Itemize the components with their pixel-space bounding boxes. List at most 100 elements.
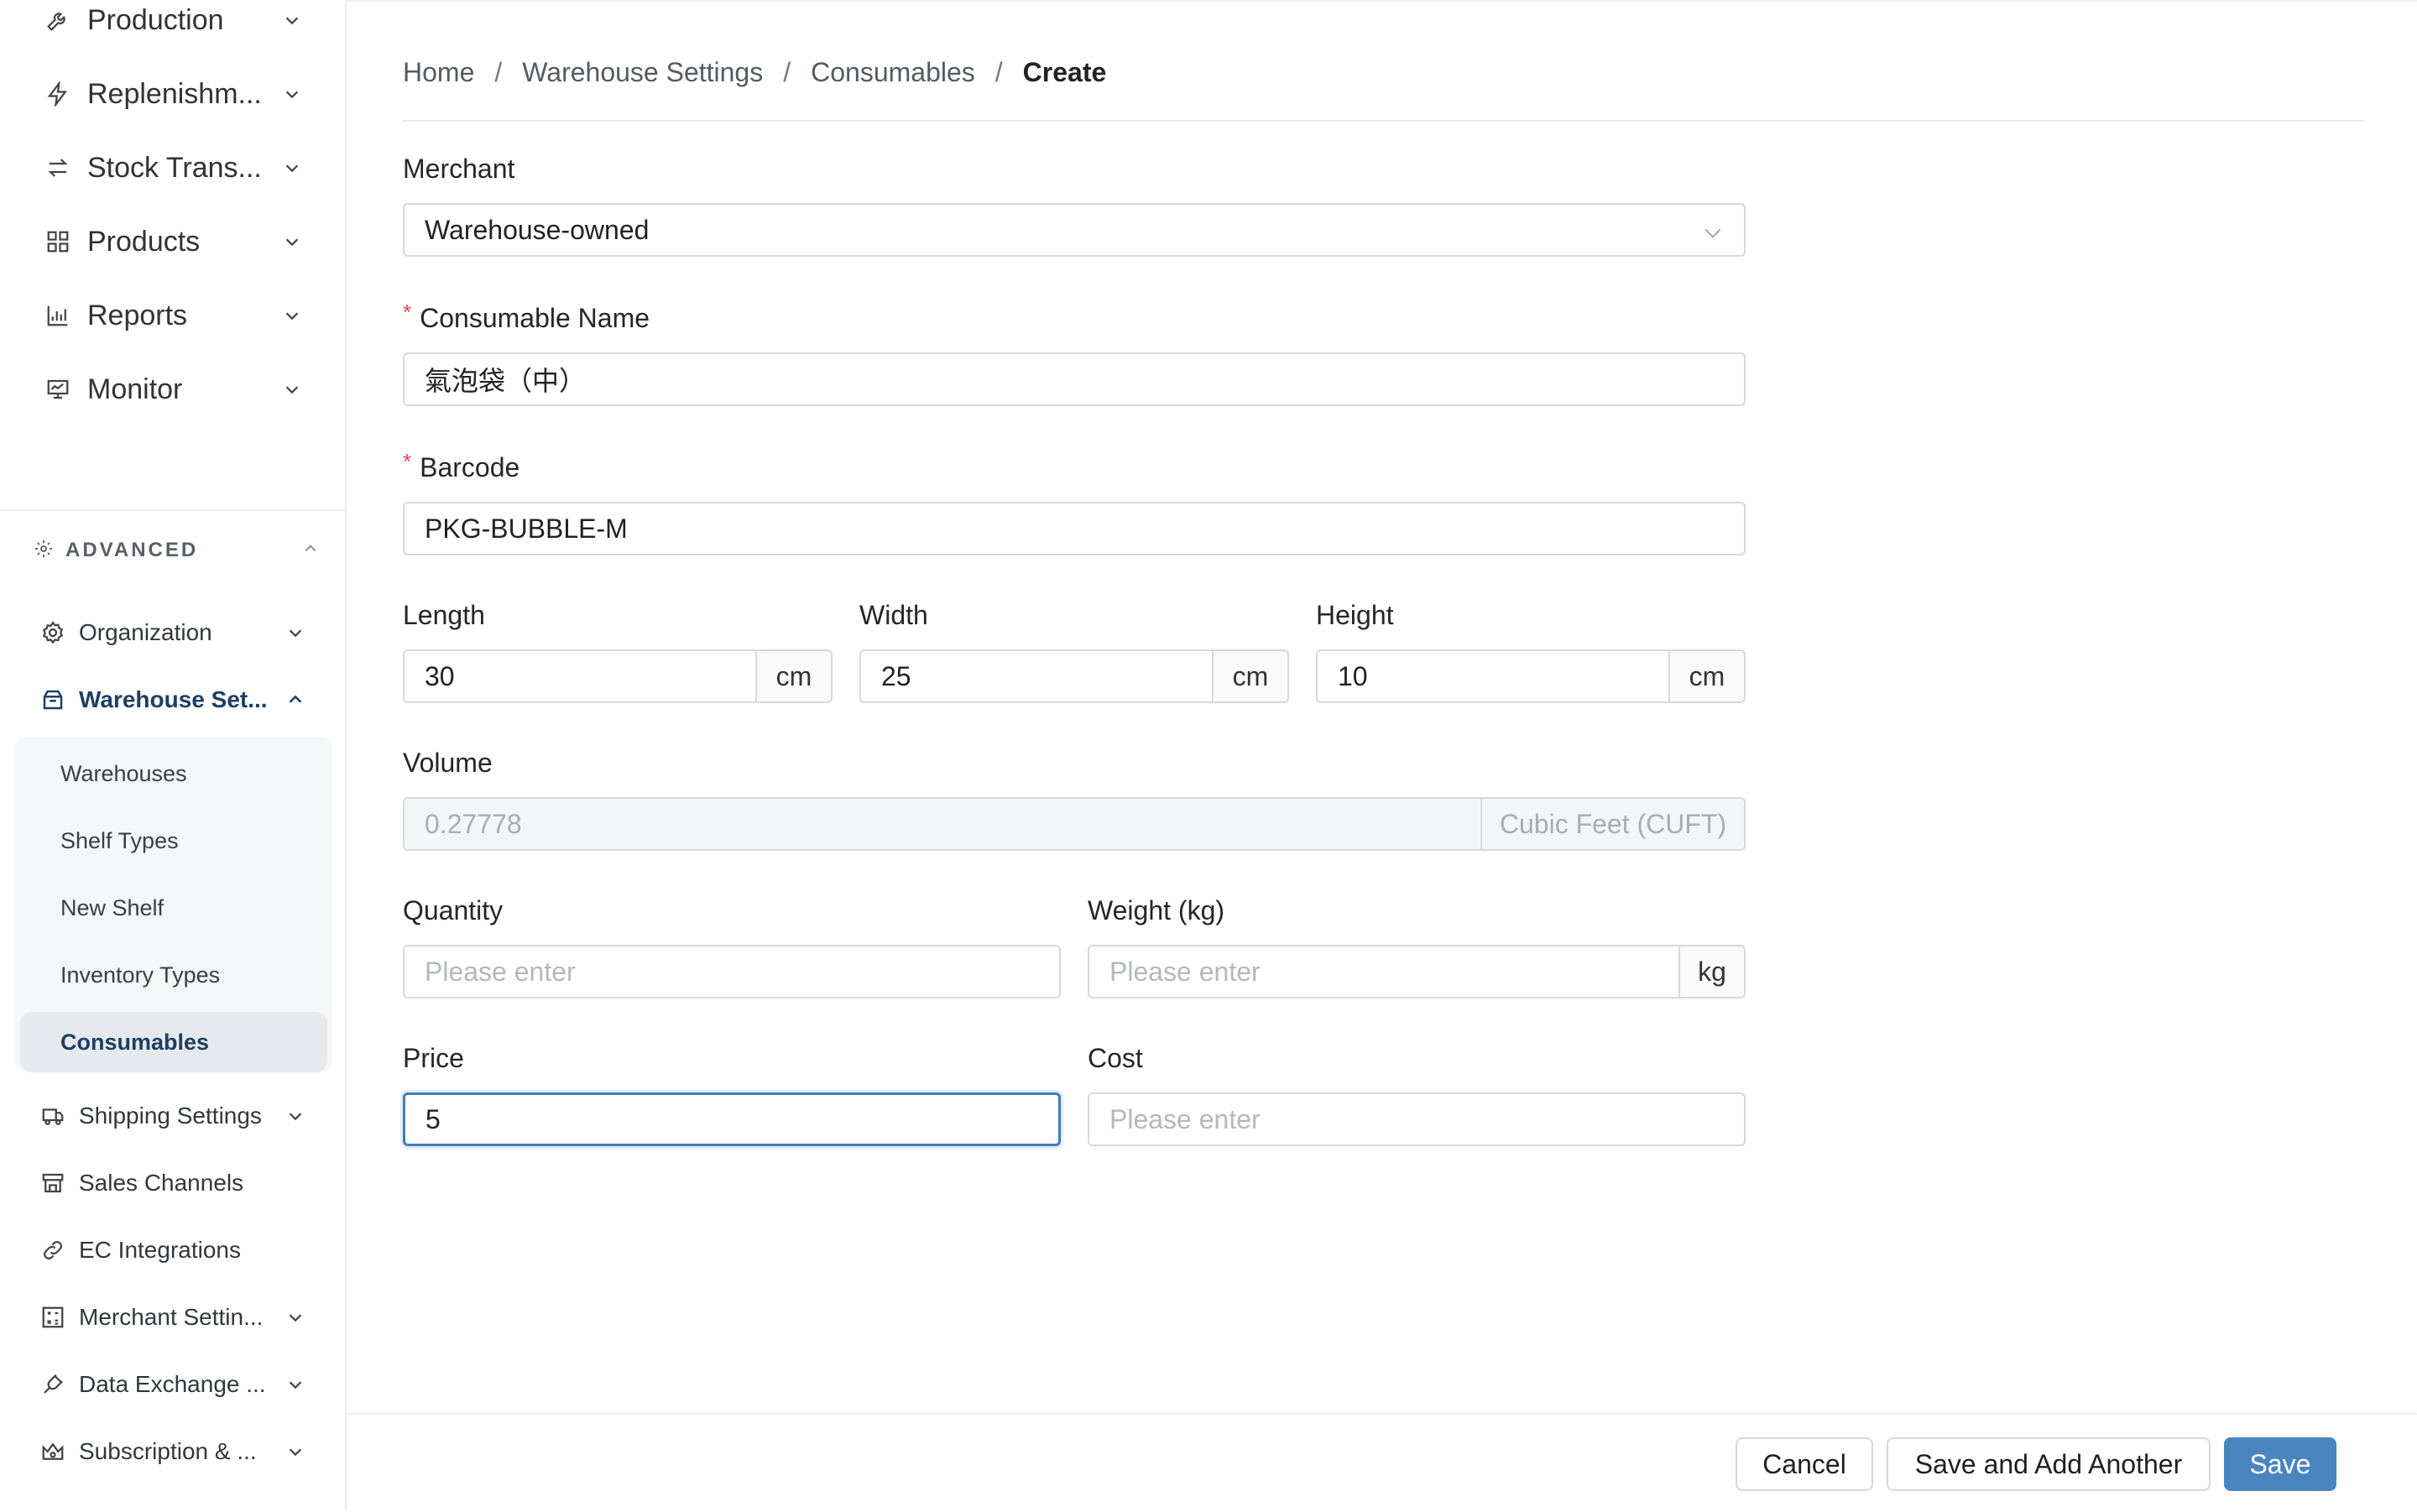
warehouse-icon <box>39 686 67 714</box>
quantity-input[interactable]: Please enter <box>403 945 1061 998</box>
sub-item-inventory-types[interactable]: Inventory Types <box>20 945 331 1005</box>
length-unit: cm <box>755 649 833 703</box>
weight-label: Weight (kg) <box>1088 895 1225 925</box>
nav-replenishment[interactable]: Replenishm... <box>44 69 304 119</box>
nav-sales-channels-label: Sales Channels <box>79 1170 244 1196</box>
crown-icon <box>39 1437 67 1466</box>
breadcrumb-home[interactable]: Home <box>403 57 474 88</box>
breadcrumb-separator: / <box>994 57 1003 87</box>
nav-sales-channels[interactable]: Sales Channels <box>39 1161 307 1205</box>
barcode-label-text: Barcode <box>420 452 520 482</box>
nav-warehouse-settings-label: Warehouse Set... <box>79 686 268 712</box>
nav-shipping-settings-label: Shipping Settings <box>79 1103 262 1129</box>
nav-subscription[interactable]: Subscription & ... <box>39 1430 307 1473</box>
volume-label: Volume <box>403 748 493 778</box>
gear-icon <box>34 539 54 563</box>
weight-placeholder: Please enter <box>1109 956 1261 987</box>
nav-data-exchange-label: Data Exchange ... <box>79 1371 266 1397</box>
sidebar-divider <box>0 509 347 511</box>
consumable-name-label: * Consumable Name <box>403 300 650 334</box>
consumable-name-value: 氣泡袋（中） <box>425 366 587 396</box>
chevron-down-icon <box>284 1440 307 1463</box>
sub-item-shelf-types[interactable]: Shelf Types <box>20 811 331 871</box>
cost-label: Cost <box>1088 1043 1143 1073</box>
nav-merchant-settings-label: Merchant Settin... <box>79 1304 264 1330</box>
calculator-icon <box>39 1303 67 1332</box>
width-label: Width <box>859 600 928 630</box>
merchant-label: Merchant <box>403 154 515 184</box>
nav-data-exchange[interactable]: Data Exchange ... <box>39 1363 307 1406</box>
width-input[interactable]: 25 <box>859 649 1214 703</box>
nav-products[interactable]: Products <box>44 216 304 267</box>
breadcrumb-divider <box>403 120 2364 122</box>
sub-item-warehouses[interactable]: Warehouses <box>20 743 331 804</box>
plug-icon <box>39 1370 67 1399</box>
sub-item-consumables[interactable]: Consumables <box>20 1012 327 1072</box>
chevron-down-icon <box>280 82 304 106</box>
weight-input[interactable]: Please enter <box>1088 945 1680 998</box>
barcode-value: PKG-BUBBLE-M <box>425 513 628 544</box>
breadcrumb-current: Create <box>1022 57 1107 87</box>
volume-input: 0.27778 <box>403 797 1482 851</box>
store-icon <box>39 1169 67 1197</box>
lightning-icon <box>44 80 72 108</box>
nav-ec-integrations-label: EC Integrations <box>79 1237 241 1263</box>
cost-input[interactable]: Please enter <box>1088 1092 1746 1146</box>
sidebar: Production Replenishm... Stock Trans... … <box>0 0 347 1510</box>
chevron-down-icon <box>284 621 307 644</box>
save-button[interactable]: Save <box>2224 1437 2336 1491</box>
settings-icon <box>39 618 67 647</box>
link-icon <box>39 1236 67 1264</box>
nav-warehouse-settings[interactable]: Warehouse Set... <box>39 678 307 722</box>
nav-organization[interactable]: Organization <box>39 611 307 654</box>
breadcrumb-consumables[interactable]: Consumables <box>811 57 975 88</box>
nav-monitor-label: Monitor <box>87 373 183 405</box>
chevron-up-icon <box>302 540 319 561</box>
merchant-select[interactable]: Warehouse-owned <box>403 203 1746 257</box>
bar-chart-icon <box>44 301 72 330</box>
cancel-button[interactable]: Cancel <box>1736 1437 1873 1491</box>
top-shadow <box>347 0 2417 3</box>
grid-icon <box>44 227 72 256</box>
advanced-section-header[interactable]: ADVANCED <box>34 534 319 567</box>
save-and-add-another-button[interactable]: Save and Add Another <box>1887 1437 2211 1491</box>
nav-reports-label: Reports <box>87 299 188 331</box>
breadcrumb-warehouse-settings[interactable]: Warehouse Settings <box>522 57 763 88</box>
barcode-input[interactable]: PKG-BUBBLE-M <box>403 502 1746 555</box>
quantity-placeholder: Please enter <box>425 956 576 987</box>
consumable-name-input[interactable]: 氣泡袋（中） <box>403 352 1746 406</box>
length-value: 30 <box>425 660 455 691</box>
advanced-label: ADVANCED <box>65 539 199 561</box>
nav-stock-transfer[interactable]: Stock Trans... <box>44 143 304 193</box>
nav-ec-integrations[interactable]: EC Integrations <box>39 1228 307 1272</box>
sub-item-new-shelf[interactable]: New Shelf <box>20 878 331 938</box>
chevron-down-icon <box>280 378 304 401</box>
nav-replenishment-label: Replenishm... <box>87 77 262 110</box>
monitor-icon <box>44 375 72 404</box>
barcode-label: * Barcode <box>403 449 520 483</box>
consumable-name-label-text: Consumable Name <box>420 303 650 333</box>
price-input[interactable]: 5 <box>403 1092 1061 1146</box>
nav-shipping-settings[interactable]: Shipping Settings <box>39 1094 307 1138</box>
weight-unit: kg <box>1678 945 1746 998</box>
chevron-down-icon <box>284 1306 307 1329</box>
nav-monitor[interactable]: Monitor <box>44 364 304 414</box>
width-unit: cm <box>1212 649 1289 703</box>
nav-merchant-settings[interactable]: Merchant Settin... <box>39 1296 307 1339</box>
chevron-down-icon <box>284 1104 307 1128</box>
height-input[interactable]: 10 <box>1316 649 1670 703</box>
chevron-down-icon <box>1702 220 1724 251</box>
breadcrumb: Home / Warehouse Settings / Consumables … <box>403 57 1106 88</box>
price-value: 5 <box>425 1103 441 1134</box>
nav-organization-label: Organization <box>79 619 212 645</box>
nav-production-label: Production <box>87 3 224 36</box>
nav-reports[interactable]: Reports <box>44 290 304 341</box>
quantity-label: Quantity <box>403 895 504 925</box>
length-input[interactable]: 30 <box>403 649 757 703</box>
nav-stock-transfer-label: Stock Trans... <box>87 151 262 184</box>
nav-production[interactable]: Production <box>44 0 304 45</box>
chevron-down-icon <box>284 1373 307 1396</box>
merchant-select-value: Warehouse-owned <box>425 214 650 245</box>
transfer-icon <box>44 154 72 182</box>
nav-products-label: Products <box>87 225 201 258</box>
